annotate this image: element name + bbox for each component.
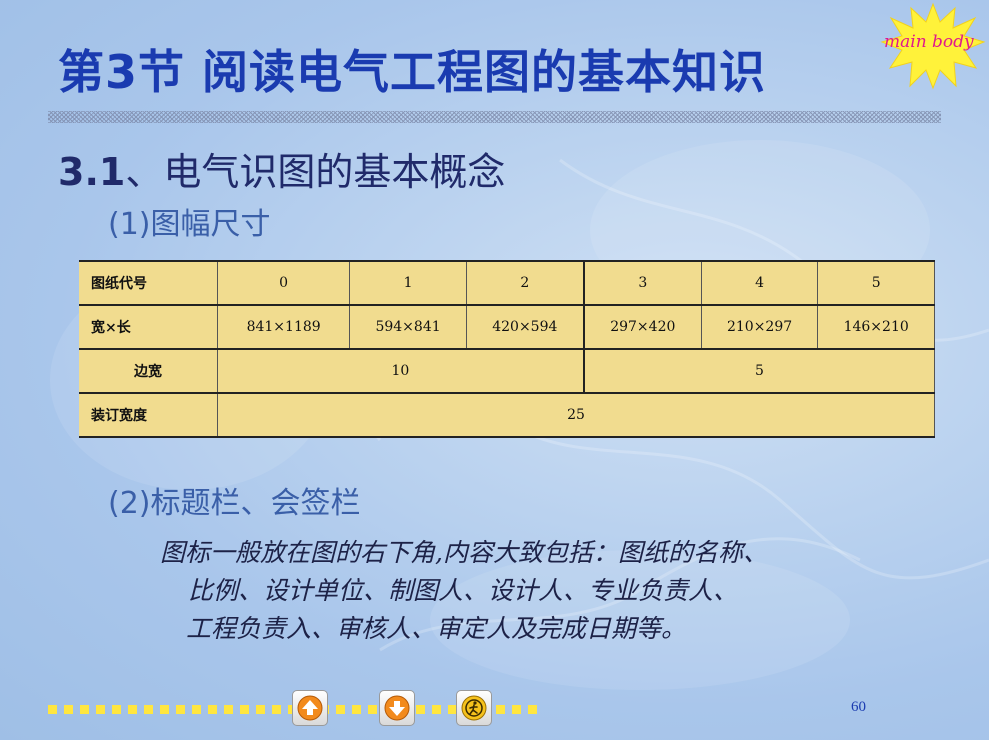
table-cell: 3: [583, 260, 702, 306]
table-row-label: 图纸代号: [79, 260, 218, 306]
table-cell: 420×594: [466, 305, 585, 350]
table-row: 图纸代号 0 1 2 3 4 5: [79, 260, 935, 306]
table-cell: 2: [466, 260, 585, 306]
table-cell: 0: [217, 260, 351, 306]
next-button[interactable]: [379, 690, 415, 726]
table-cell: 5: [817, 260, 935, 306]
table-row-label: 装订宽度: [79, 393, 218, 438]
table-row-label: 宽×长: [79, 305, 218, 350]
table-cell: 25: [217, 393, 935, 438]
table-row-label: 边宽: [79, 349, 218, 394]
home-button[interactable]: [292, 690, 328, 726]
section-number: 3.1: [58, 150, 126, 194]
badge-label: main body: [884, 32, 974, 52]
section-heading: 3.1、电气识图的基本概念: [58, 141, 505, 196]
table-row: 边宽 10 5: [79, 349, 935, 394]
section-text: 、电气识图的基本概念: [125, 150, 506, 194]
exit-button[interactable]: [456, 690, 492, 726]
table-cell: 4: [701, 260, 819, 306]
table-cell: 210×297: [701, 305, 819, 350]
paragraph-line: 工程负责入、审核人、审定人及完成日期等。: [186, 614, 687, 643]
title-divider: [48, 111, 941, 123]
paragraph-line: 比例、设计单位、制图人、设计人、专业负责人、: [188, 576, 739, 605]
table-row: 装订宽度 25: [79, 393, 935, 438]
home-arrow-icon: [297, 695, 323, 721]
slide-title: 第3节 阅读电气工程图的基本知识: [58, 45, 767, 99]
table-cell: 5: [583, 349, 935, 394]
page-number: 60: [851, 699, 866, 715]
table-cell: 10: [217, 349, 585, 394]
paragraph-line: 图标一般放在图的右下角,内容大致包括：图纸的名称、: [160, 538, 768, 567]
table-cell: 1: [349, 260, 467, 306]
table-cell: 594×841: [349, 305, 467, 350]
table-cell: 297×420: [583, 305, 702, 350]
down-arrow-icon: [384, 695, 410, 721]
table-row: 宽×长 841×1189 594×841 420×594 297×420 210…: [79, 305, 935, 350]
description-paragraph: 图标一般放在图的右下角,内容大致包括：图纸的名称、 比例、设计单位、制图人、设计…: [160, 534, 960, 648]
table-cell: 841×1189: [217, 305, 351, 350]
table-cell: 146×210: [817, 305, 935, 350]
subheading-title-block: (2)标题栏、会签栏: [108, 486, 361, 521]
subheading-sheet-size: (1)图幅尺寸: [108, 207, 271, 242]
sheet-size-table: 图纸代号 0 1 2 3 4 5 宽×长 841×1189 594×841 42…: [79, 260, 935, 438]
exit-runner-icon: [461, 695, 487, 721]
